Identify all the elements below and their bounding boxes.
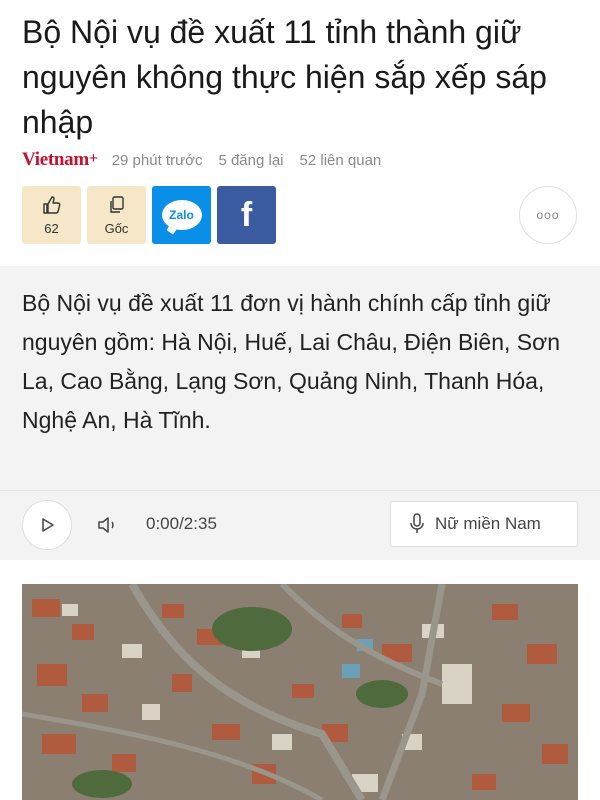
play-button[interactable] [22,500,72,550]
playback-time: 0:00/2:35 [146,514,217,533]
like-button[interactable]: 62 [22,186,81,244]
action-bar: 62 Gốc Zalo f [22,186,276,244]
volume-button[interactable] [96,513,120,537]
more-button[interactable]: ooo [519,186,577,244]
reposts-link[interactable]: 5 đăng lại [218,152,283,169]
original-label: Gốc [104,221,129,236]
summary-text: Bộ Nội vụ đề xuất 11 đơn vị hành chính c… [22,290,560,433]
voice-select-button[interactable]: Nữ miền Nam [390,501,578,547]
audio-player: 0:00/2:35 Nữ miền Nam [0,490,600,560]
play-icon [42,518,54,532]
time-ago: 29 phút trước [111,151,203,169]
more-icon: ooo [536,208,560,222]
voice-label: Nữ miền Nam [435,514,541,533]
source-logo[interactable]: Vietnam+ [22,149,98,171]
share-zalo-button[interactable]: Zalo [152,186,211,244]
article-photo[interactable] [22,584,578,800]
article-title: Bộ Nội vụ đề xuất 11 tỉnh thành giữ nguy… [22,14,547,140]
article-meta: Vietnam+ 29 phút trước 5 đăng lại 52 liê… [22,148,397,172]
aerial-city-image [22,584,578,800]
related-link[interactable]: 52 liên quan [300,152,382,169]
copy-icon [107,194,127,216]
like-count: 62 [44,221,59,236]
facebook-icon: f [240,195,253,234]
article-summary: Bộ Nội vụ đề xuất 11 đơn vị hành chính c… [0,266,600,490]
zalo-icon: Zalo [161,200,202,230]
microphone-icon [409,513,425,535]
share-facebook-button[interactable]: f [217,186,276,244]
thumbs-up-icon [42,194,62,216]
speaker-icon [98,517,114,533]
original-button[interactable]: Gốc [87,186,146,244]
